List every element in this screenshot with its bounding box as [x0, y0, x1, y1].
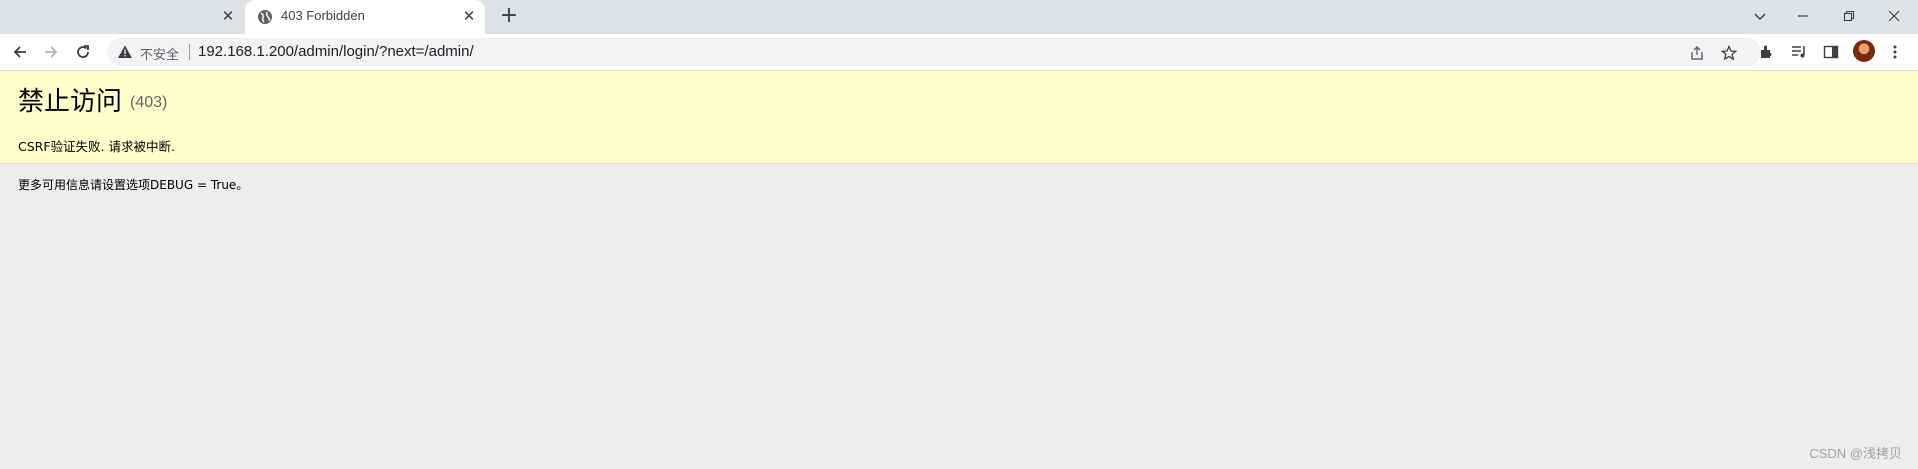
address-bar[interactable]: 不安全 192.168.1.200/admin/login/?next=/adm… [107, 38, 1761, 66]
tab-active[interactable]: 403 Forbidden ✕ [245, 0, 485, 34]
forward-icon[interactable] [39, 40, 63, 64]
menu-icon[interactable] [1886, 43, 1904, 61]
close-tab-icon[interactable]: ✕ [220, 8, 236, 24]
debug-info: 更多可用信息请设置选项DEBUG = True。 [18, 178, 249, 192]
globe-icon [258, 10, 272, 24]
tab-title: 403 Forbidden [281, 8, 365, 23]
error-reason: CSRF验证失败. 请求被中断. [18, 139, 175, 154]
restore-icon[interactable] [1829, 2, 1869, 30]
new-tab-button[interactable]: + [497, 5, 521, 29]
page-content: 禁止访问 (403) CSRF验证失败. 请求被中断. 更多可用信息请设置选项D… [0, 71, 1918, 469]
close-window-icon[interactable] [1874, 2, 1914, 30]
divider [189, 44, 190, 60]
profile-avatar[interactable] [1853, 40, 1875, 62]
side-panel-icon[interactable] [1822, 43, 1840, 61]
reload-icon[interactable] [71, 40, 95, 64]
close-tab-icon[interactable]: ✕ [461, 8, 477, 24]
bookmark-star-icon[interactable] [1720, 44, 1738, 62]
extensions-icon[interactable] [1758, 43, 1776, 61]
watermark: CSDN @浅拷贝 [1809, 446, 1902, 461]
tab-strip: ✕ 403 Forbidden ✕ + [0, 0, 1918, 34]
security-label[interactable]: 不安全 [140, 44, 179, 63]
status-code: (403) [130, 94, 168, 111]
url-text[interactable]: 192.168.1.200/admin/login/?next=/admin/ [198, 43, 474, 60]
page-title: 禁止访问 [18, 87, 123, 117]
tab-search-icon[interactable] [1740, 2, 1780, 30]
warning-icon[interactable] [117, 44, 133, 60]
media-control-icon[interactable] [1790, 43, 1808, 61]
browser-toolbar: 不安全 192.168.1.200/admin/login/?next=/adm… [0, 34, 1918, 71]
minimize-icon[interactable] [1783, 2, 1823, 30]
tab-previous[interactable]: ✕ [0, 0, 244, 34]
share-icon[interactable] [1688, 44, 1706, 62]
back-icon[interactable] [8, 40, 32, 64]
error-summary: 禁止访问 (403) CSRF验证失败. 请求被中断. [0, 71, 1918, 164]
